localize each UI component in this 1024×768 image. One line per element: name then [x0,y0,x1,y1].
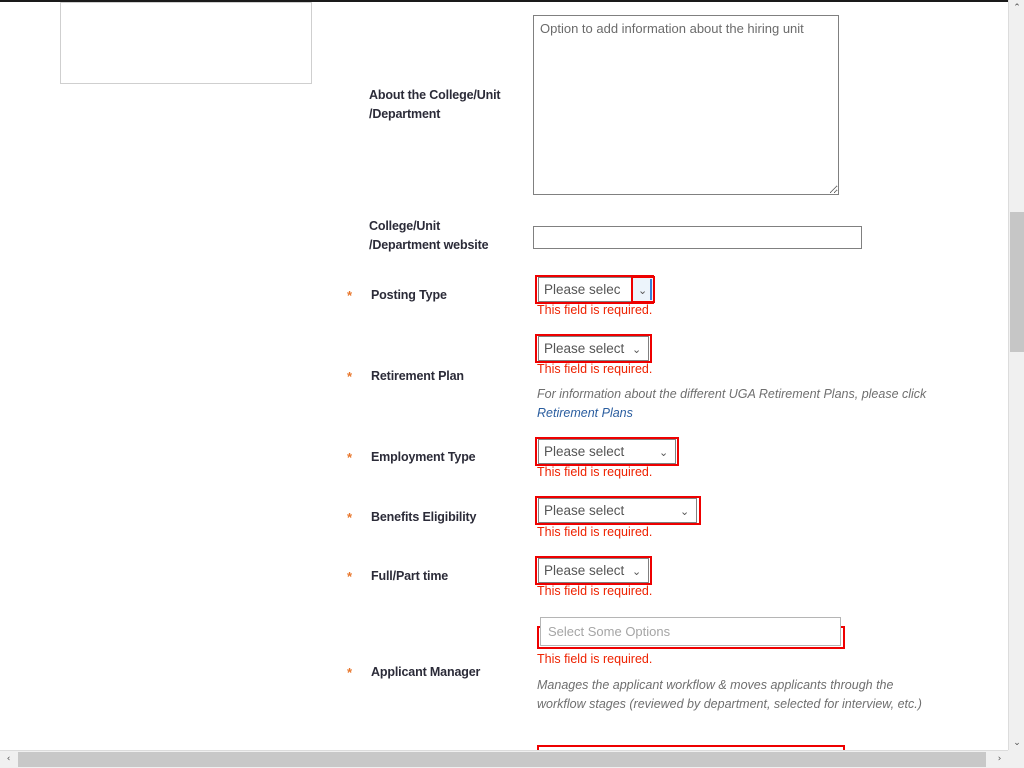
required-asterisk-posting-type: * [347,288,353,303]
posting-type-dropdown-arrow-button[interactable] [631,276,655,303]
retirement-plan-hint: For information about the different UGA … [537,385,939,423]
required-asterisk-applicant-manager: * [347,665,353,680]
label-line-2: /Department website [369,238,489,252]
scrollbar-corner [1008,750,1024,768]
retirement-plans-link[interactable]: Retirement Plans [537,406,633,420]
required-asterisk-employment-type: * [347,450,353,465]
label-posting-type: Posting Type [371,288,447,302]
benefits-eligibility-select[interactable]: Please select [538,498,697,523]
horizontal-scrollbar-thumb[interactable] [18,752,986,767]
scroll-left-arrow-icon[interactable]: ‹ [0,751,17,768]
posting-type-select[interactable]: Please select [538,277,643,302]
label-employment-type: Employment Type [371,450,476,464]
label-benefits-eligibility: Benefits Eligibility [371,510,477,524]
posting-type-error-message: This field is required. [537,303,653,317]
label-line-1: College/Unit [369,219,441,233]
label-line-1: About the College/Unit [369,88,501,102]
about-textarea-wrap [533,15,839,200]
label-college-unit-department-website: College/Unit /Department website [369,217,529,255]
label-retirement-plan: Retirement Plan [371,369,464,383]
about-college-unit-department-textarea[interactable] [533,15,839,195]
applicant-manager-error-message: This field is required. [537,652,653,666]
employment-type-select[interactable]: Please select [538,439,676,464]
empty-content-card [60,2,312,84]
label-about-college-unit-department: About the College/Unit /Department [369,86,529,124]
applicant-manager-hint: Manages the applicant workflow & moves a… [537,678,922,711]
employment-type-error-message: This field is required. [537,465,653,479]
retirement-plan-hint-text: For information about the different UGA … [537,387,927,401]
required-asterisk-retirement-plan: * [347,369,353,384]
applicant-manager-multiselect-input[interactable] [540,617,841,646]
retirement-plan-error-message: This field is required. [537,362,653,376]
label-full-part-time: Full/Part time [371,569,449,583]
required-asterisk-benefits-eligibility: * [347,510,353,525]
vertical-scrollbar-thumb[interactable] [1010,212,1024,352]
scroll-right-arrow-icon[interactable]: › [991,751,1008,768]
full-part-time-error-message: This field is required. [537,584,653,598]
horizontal-scrollbar[interactable]: ‹ › [0,750,1008,768]
retirement-plan-select[interactable]: Please select [538,336,649,361]
label-line-2: /Department [369,107,441,121]
page-viewport: About the College/Unit /Department Colle… [0,0,1008,750]
scroll-up-arrow-icon[interactable]: ⌃ [1009,0,1024,17]
required-asterisk-full-part-time: * [347,569,353,584]
college-unit-department-website-input[interactable] [533,226,862,249]
benefits-eligibility-error-message: This field is required. [537,525,653,539]
full-part-time-select[interactable]: Please select [538,558,649,583]
vertical-scrollbar[interactable]: ⌃ ⌄ [1008,0,1024,752]
focus-edge-accent [650,279,652,300]
label-applicant-manager: Applicant Manager [371,665,481,679]
